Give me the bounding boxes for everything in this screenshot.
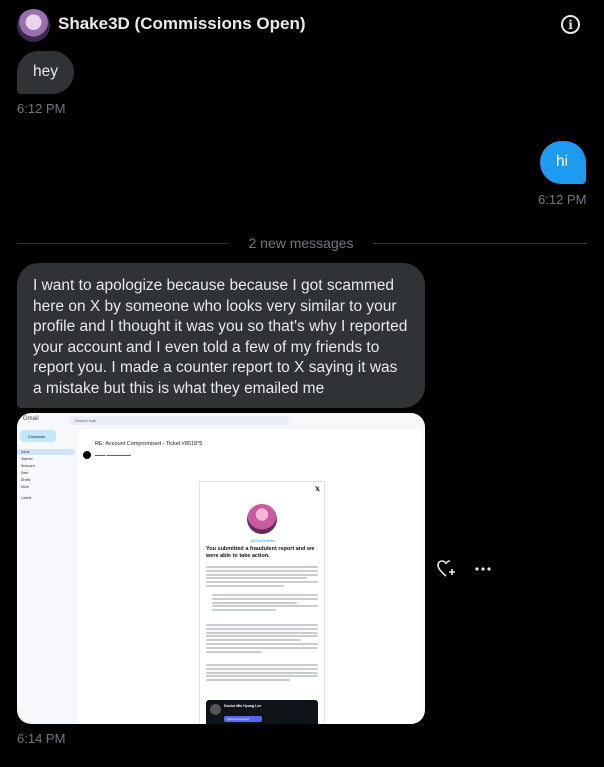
divider-line — [373, 243, 587, 244]
gmail-nav-item: Inbox — [17, 449, 75, 455]
avatar[interactable] — [17, 9, 50, 42]
contact-avatar — [210, 704, 221, 715]
contact-card: Doctor Min Hyung Lee @drhyunsupport — [206, 700, 318, 724]
email-heading: You submitted a fraudulent report and we… — [206, 546, 315, 559]
contact-name: Doctor Min Hyung Lee — [224, 704, 262, 708]
profile-picture — [247, 504, 277, 534]
gmail-labels-heading: Labels — [21, 496, 32, 500]
sender-avatar — [83, 451, 91, 459]
gmail-sender: ▬▬▬ ▬▬▬▬▬▬▬ — [95, 453, 131, 457]
email-bullet-text — [212, 594, 318, 613]
message-bubble-outgoing[interactable]: hi — [540, 141, 586, 184]
message-bubble-incoming[interactable]: hey — [17, 51, 74, 94]
gmail-topbar: Gmail Search mail — [17, 413, 425, 429]
email-handle: @TheDirtDen — [250, 538, 276, 543]
gmail-nav-item: Starred — [21, 457, 33, 461]
gmail-search: Search mail — [69, 416, 289, 425]
message-timestamp: 6:12 PM — [17, 101, 66, 116]
new-messages-label: 2 new messages — [248, 235, 354, 251]
gmail-nav-item: More — [21, 485, 29, 489]
message-timestamp: 6:14 PM — [17, 731, 66, 746]
x-logo-icon: 𝕏 — [315, 487, 320, 493]
attached-image[interactable]: Gmail Search mail Compose Inbox Starred … — [17, 413, 425, 724]
gmail-nav-item: Sent — [21, 471, 29, 475]
conversation-title[interactable]: Shake3D (Commissions Open) — [58, 14, 306, 34]
contact-button: @drhyunsupport — [224, 716, 262, 722]
gmail-logo: Gmail — [23, 416, 39, 422]
message-timestamp: 6:12 PM — [538, 192, 587, 207]
new-messages-divider: 2 new messages — [17, 234, 587, 252]
message-bubble-incoming[interactable]: I want to apologize because because I go… — [17, 263, 425, 408]
email-body-text — [206, 664, 318, 683]
add-reaction-icon[interactable] — [437, 560, 457, 583]
more-icon[interactable] — [473, 560, 493, 583]
gmail-nav-item: Snoozed — [21, 464, 35, 468]
divider-line — [17, 243, 229, 244]
gmail-message-pane: RE: Account Compromised - Ticket #8518*5… — [77, 429, 423, 724]
info-icon[interactable]: i — [561, 15, 580, 34]
conversation-header: Shake3D (Commissions Open) i — [0, 0, 604, 50]
email-body-text — [206, 566, 318, 589]
gmail-subject: RE: Account Compromised - Ticket #8518*5 — [95, 441, 203, 447]
gmail-nav-item: Drafts — [21, 478, 31, 482]
email-card: 𝕏 @TheDirtDen You submitted a fraudulent… — [199, 481, 325, 724]
email-body-text — [206, 624, 318, 654]
gmail-compose: Compose — [20, 430, 56, 442]
